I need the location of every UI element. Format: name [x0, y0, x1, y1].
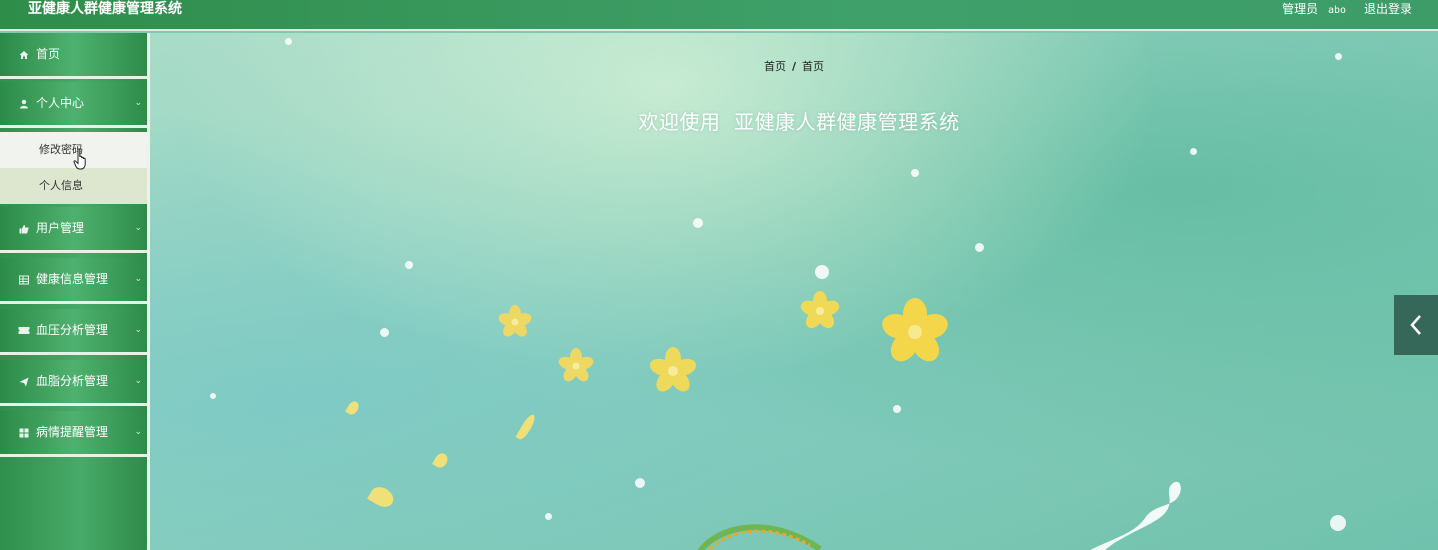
app-title: 亚健康人群健康管理系统: [28, 1, 182, 17]
sidebar-item-blood-lipid-analysis[interactable]: 血脂分析管理 ⌄: [0, 360, 147, 406]
chevron-down-icon: ⌄: [134, 274, 142, 284]
top-navbar: 亚健康人群健康管理系统 管理员 abo 退出登录: [0, 0, 1438, 31]
chevron-down-icon: ⌄: [134, 98, 142, 108]
logout-button[interactable]: 退出登录: [1364, 0, 1412, 18]
side-panel-toggle-button[interactable]: [1394, 295, 1438, 355]
breadcrumb-item-current: 首页: [802, 60, 825, 73]
sparkle-decoration: [405, 261, 413, 269]
sidebar-item-label: 首页: [36, 47, 61, 61]
user-role: 管理员: [1282, 2, 1319, 16]
sidebar-item-condition-reminder[interactable]: 病情提醒管理 ⌄: [0, 411, 147, 457]
sidebar-item-label: 血脂分析管理: [36, 374, 109, 388]
submenu-item-label: 个人信息: [39, 179, 83, 192]
flower-decoration: [800, 291, 840, 329]
sparkle-decoration: [1330, 515, 1346, 531]
sparkle-decoration: [1190, 148, 1197, 155]
thumbs-up-icon: [18, 207, 30, 250]
breadcrumb: 首页 / 首页: [150, 58, 1438, 74]
chevron-left-icon: [1410, 315, 1421, 335]
breadcrumb-separator: /: [791, 60, 797, 73]
sidebar-item-personal-center[interactable]: 个人中心 ⌄: [0, 82, 147, 128]
sparkle-decoration: [693, 218, 703, 228]
sidebar: 首页 个人中心 ⌄ 修改密码 个人信息 用户管理 ⌄ 健康信息管理 ⌄ 血压分析…: [0, 33, 150, 550]
sparkle-decoration: [380, 328, 389, 337]
sidebar-item-health-info-management[interactable]: 健康信息管理 ⌄: [0, 258, 147, 304]
breadcrumb-item-home[interactable]: 首页: [764, 60, 786, 73]
sidebar-item-blood-pressure-analysis[interactable]: 血压分析管理 ⌄: [0, 309, 147, 355]
sparkle-decoration: [210, 393, 216, 399]
flower-decoration: [498, 305, 532, 337]
sparkle-decoration: [545, 513, 552, 520]
user-info: 管理员 abo: [1282, 0, 1346, 18]
ticket-icon: [18, 309, 30, 352]
petal-decoration: [367, 483, 397, 511]
sparkle-decoration: [285, 38, 292, 45]
chevron-down-icon: ⌄: [134, 325, 142, 335]
sparkle-decoration: [815, 265, 829, 279]
chevron-down-icon: ⌄: [134, 376, 142, 386]
sparkle-decoration: [911, 169, 919, 177]
sparkle-decoration: [635, 478, 645, 488]
sidebar-item-label: 血压分析管理: [36, 323, 109, 337]
petal-decoration: [432, 451, 450, 470]
splash-decoration: [1090, 481, 1181, 550]
flower-decoration: [558, 348, 594, 382]
submenu-item-personal-info[interactable]: 个人信息: [0, 168, 147, 204]
sidebar-item-label: 用户管理: [36, 221, 85, 235]
user-icon: [18, 82, 30, 125]
petal-decoration: [345, 399, 361, 417]
user-name: abo: [1327, 5, 1346, 16]
grid-table-icon: [18, 258, 30, 301]
main-content: 首页 / 首页 欢迎使用 亚健康人群健康管理系统: [150, 33, 1438, 550]
flower-decoration: [649, 347, 697, 392]
sparkle-decoration: [893, 405, 901, 413]
vine-decoration: [697, 524, 822, 550]
chevron-down-icon: ⌄: [134, 223, 142, 233]
sidebar-item-user-management[interactable]: 用户管理 ⌄: [0, 207, 147, 253]
sidebar-item-label: 个人中心: [36, 96, 85, 110]
apps-grid-icon: [18, 411, 30, 454]
hand-cursor-icon: [73, 148, 86, 170]
petal-decoration: [515, 412, 538, 442]
flower-decoration: [882, 298, 948, 362]
paper-plane-icon: [18, 360, 30, 403]
sidebar-item-label: 健康信息管理: [36, 272, 109, 286]
welcome-title: 欢迎使用 亚健康人群健康管理系统: [638, 110, 960, 134]
home-icon: [18, 33, 30, 76]
chevron-down-icon: ⌄: [134, 427, 142, 437]
sidebar-item-label: 病情提醒管理: [36, 425, 109, 439]
sidebar-item-home[interactable]: 首页: [0, 33, 147, 79]
sparkle-decoration: [975, 243, 984, 252]
